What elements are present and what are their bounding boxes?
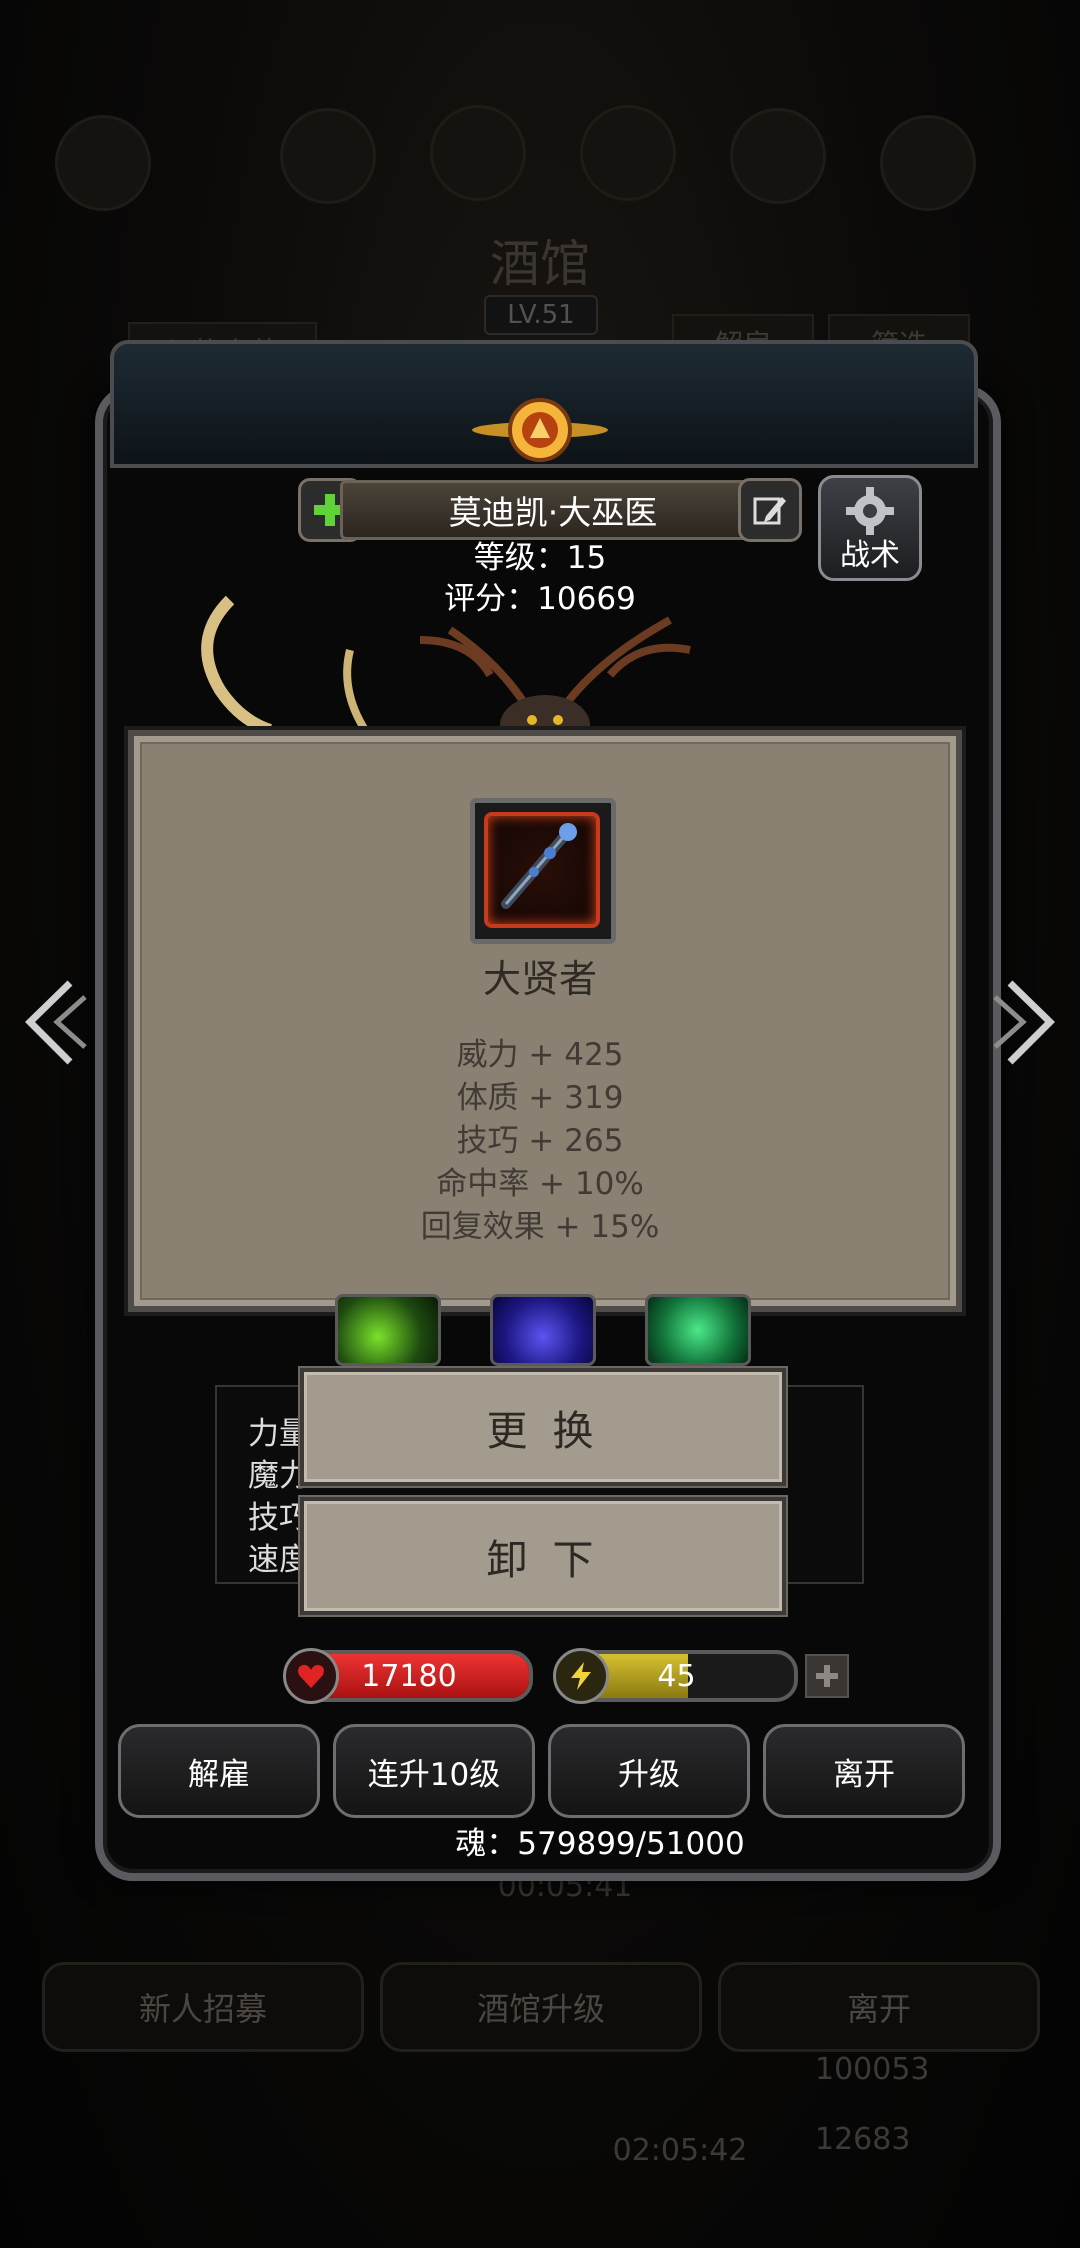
leave-button[interactable]: 离开	[763, 1724, 965, 1818]
item-stat: 体质 + 319	[456, 1079, 624, 1116]
sun-emblem-icon	[472, 398, 608, 462]
hero-level: 等级：15	[473, 539, 607, 576]
gem-slot-green[interactable]	[335, 1294, 441, 1366]
bg-resource-1: 100053	[815, 2052, 930, 2087]
unequip-button[interactable]: 卸 下	[300, 1497, 786, 1615]
item-stat: 命中率 + 10%	[436, 1165, 644, 1202]
level-up-button[interactable]: 升级	[548, 1724, 750, 1818]
prev-hero-arrow-icon[interactable]	[15, 975, 90, 1070]
replace-button[interactable]: 更 换	[300, 1368, 786, 1486]
bg-recruit-button: 新人招募	[42, 1962, 364, 2052]
item-stat: 威力 + 425	[456, 1036, 624, 1073]
bg-resource-2: 12683	[815, 2122, 911, 2157]
bg-menu-icon	[430, 105, 526, 201]
gem-slot-blue[interactable]	[490, 1294, 596, 1366]
bg-menu-icon	[280, 108, 376, 204]
bg-lower-timer: 02:05:42	[612, 2132, 748, 2168]
tavern-title: 酒馆	[490, 235, 590, 293]
hero-portrait	[201, 595, 691, 740]
edit-icon	[753, 497, 786, 525]
soul-counter: 魂：579899/51000	[455, 1825, 745, 1862]
gem-slot-teal[interactable]	[645, 1294, 751, 1366]
bg-hero-icon	[55, 115, 151, 211]
bg-menu-icon	[580, 105, 676, 201]
dismiss-button[interactable]: 解雇	[118, 1724, 320, 1818]
lightning-icon	[553, 1648, 609, 1704]
bg-menu-icon	[880, 115, 976, 211]
tactics-label: 战术	[840, 538, 900, 573]
bg-leave-button: 离开	[718, 1962, 1040, 2052]
staff-icon	[501, 823, 577, 909]
tavern-level: LV.51	[484, 295, 598, 335]
rename-button[interactable]	[738, 478, 802, 542]
gear-icon	[846, 487, 894, 535]
plus-icon	[816, 1665, 838, 1687]
next-hero-arrow-icon[interactable]	[990, 975, 1065, 1070]
heart-icon	[283, 1648, 339, 1704]
item-name: 大贤者	[482, 956, 597, 1001]
bg-menu-icon	[730, 108, 826, 204]
item-stat: 回复效果 + 15%	[420, 1208, 660, 1245]
bg-tavern-upgrade-button: 酒馆升级	[380, 1962, 702, 2052]
add-energy-button[interactable]	[805, 1654, 849, 1698]
tactics-button[interactable]: 战术	[818, 475, 922, 581]
level-up-10-button[interactable]: 连升10级	[333, 1724, 535, 1818]
item-stat: 技巧 + 265	[456, 1122, 624, 1159]
